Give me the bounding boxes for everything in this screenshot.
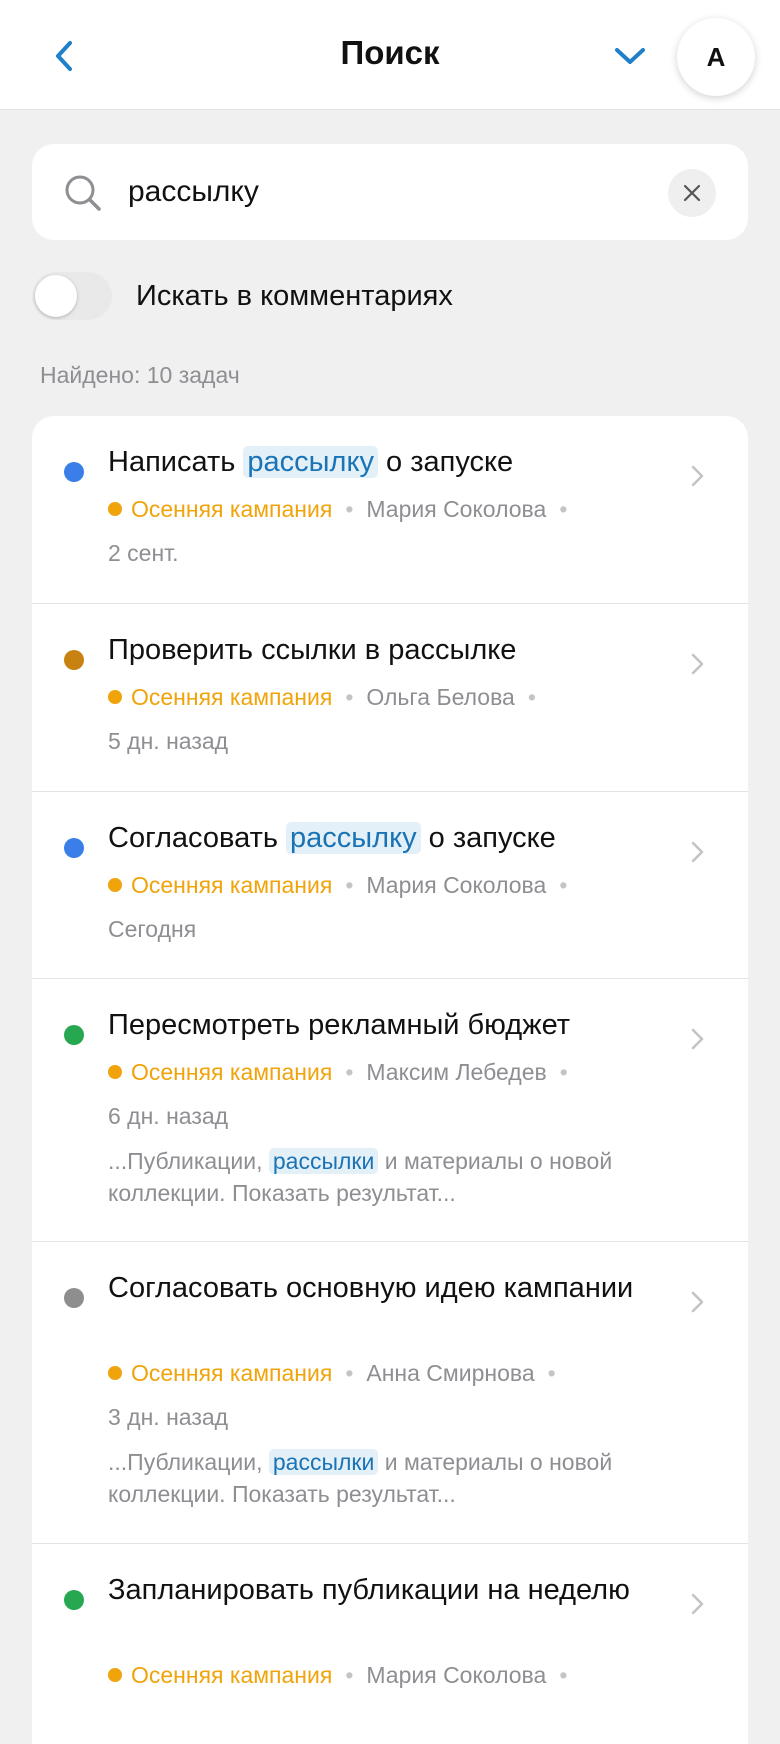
task-title-text: о запуске [377,446,514,478]
task-title: Согласовать рассылку о запуске [108,820,648,857]
chevron-down-icon [615,48,645,64]
project-dot [108,502,122,516]
search-bar [32,144,748,240]
results-count: Найдено: 10 задач [40,362,240,388]
separator: • [547,1360,556,1386]
search-highlight: рассылки [268,1148,379,1174]
task-title: Согласовать основную идею кампании [108,1272,634,1304]
close-icon [683,184,701,202]
separator: • [345,872,354,898]
search-comments-label: Искать в комментариях [136,280,453,312]
chevron-right-icon [691,1291,704,1313]
task-date: 6 дн. назад [108,1103,229,1129]
task-row[interactable]: Согласовать основную идею кампании Осенн… [32,1242,748,1544]
separator: • [345,496,354,522]
assignee-name: Мария Соколова [366,872,547,898]
task-meta: Осенняя кампания • Ольга Белова • [108,684,549,711]
task-title: Проверить ссылки в рассылке [108,634,517,666]
task-meta: Осенняя кампания • Мария Соколова • [108,1662,580,1689]
chevron-right-icon [691,465,704,487]
project-name: Осенняя кампания [131,1662,333,1688]
task-date: Сегодня [108,916,197,942]
task-row[interactable]: Согласовать рассылку о запуске Осенняя к… [32,792,748,979]
project-name: Осенняя кампания [131,684,333,710]
task-title: Написать рассылку о запуске [108,444,648,481]
project-name: Осенняя кампания [131,1360,333,1386]
status-dot [64,1025,84,1045]
results-list: Написать рассылку о запуске Осенняя камп… [32,416,748,1744]
task-meta: Осенняя кампания • Максим Лебедев • [108,1059,581,1086]
avatar[interactable]: А [677,18,755,96]
project-dot [108,878,122,892]
task-row[interactable]: Написать рассылку о запуске Осенняя камп… [32,416,748,604]
task-title: Пересмотреть рекламный бюджет [108,1009,571,1041]
search-highlight: рассылку [243,446,378,478]
separator: • [559,1662,568,1688]
project-name: Осенняя кампания [131,496,333,522]
project-name: Осенняя кампания [131,872,333,898]
search-input[interactable] [128,166,668,218]
assignee-name: Максим Лебедев [366,1059,547,1085]
task-meta: Осенняя кампания • Анна Смирнова • [108,1360,569,1387]
project-dot [108,1065,122,1079]
chevron-right-icon [691,841,704,863]
search-icon [65,175,101,211]
separator: • [527,684,536,710]
separator: • [345,684,354,710]
task-date: 3 дн. назад [108,1404,229,1430]
comment-snippet: ...Публикации, рассылки и материалы о но… [108,1446,628,1510]
search-highlight: рассылку [286,822,421,854]
assignee-name: Анна Смирнова [366,1360,535,1386]
status-dot [64,462,84,482]
status-dot [64,1288,84,1308]
project-dot [108,690,122,704]
task-title: Запланировать публикации на неделю [108,1574,630,1606]
separator: • [559,496,568,522]
task-meta: Осенняя кампания • Мария Соколова • [108,496,580,523]
assignee-name: Ольга Белова [366,684,515,710]
search-highlight: рассылки [268,1449,379,1475]
task-date: 2 сент. [108,540,179,566]
chevron-right-icon [691,1028,704,1050]
search-comments-toggle[interactable] [32,272,112,320]
page-title: Поиск [340,34,440,71]
chevron-right-icon [691,1593,704,1615]
status-dot [64,838,84,858]
search-comments-row: Искать в комментариях [32,270,748,326]
clear-search-button[interactable] [668,169,716,217]
project-dot [108,1668,122,1682]
task-title-text: Согласовать [108,822,287,854]
separator: • [559,1059,568,1085]
project-name: Осенняя кампания [131,1059,333,1085]
task-row[interactable]: Проверить ссылки в рассылке Осенняя камп… [32,604,748,792]
comment-snippet: ...Публикации, рассылки и материалы о но… [108,1145,628,1209]
separator: • [559,872,568,898]
separator: • [345,1360,354,1386]
task-title-text: Написать [108,446,244,478]
status-dot [64,1590,84,1610]
snippet-text: ...Публикации, [108,1449,269,1475]
task-row[interactable]: Пересмотреть рекламный бюджет Осенняя ка… [32,979,748,1242]
collapse-button[interactable] [604,32,656,80]
assignee-name: Мария Соколова [366,1662,547,1688]
task-row[interactable]: Запланировать публикации на неделю Осенн… [32,1544,748,1744]
task-title-text: о запуске [420,822,556,854]
status-dot [64,650,84,670]
toggle-knob [35,275,77,317]
task-meta: Осенняя кампания • Мария Соколова • [108,872,580,899]
separator: • [345,1059,354,1085]
assignee-name: Мария Соколова [366,496,547,522]
project-dot [108,1366,122,1380]
snippet-text: ...Публикации, [108,1148,269,1174]
top-bar: Поиск А [0,0,780,110]
separator: • [345,1662,354,1688]
task-date: 5 дн. назад [108,728,229,754]
chevron-right-icon [691,653,704,675]
